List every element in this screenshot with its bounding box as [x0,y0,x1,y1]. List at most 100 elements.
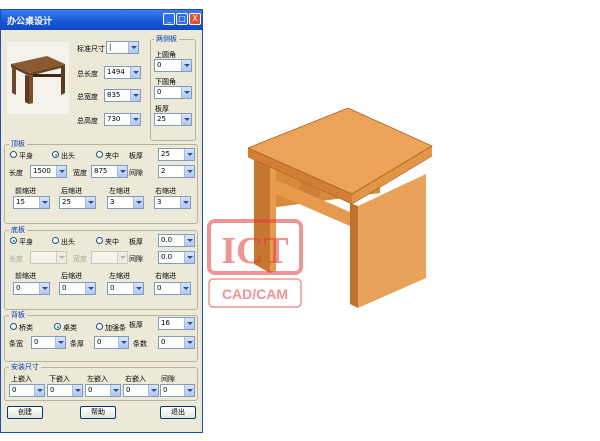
chevron-down-icon [39,197,49,208]
width-label: 总宽度 [77,93,98,101]
back-radio-bridge-label: 桥类 [19,324,33,332]
bottom-left-indent-label: 左缩进 [109,272,130,280]
top-back-indent-combo[interactable]: 25 [59,196,96,209]
install-gap-combo[interactable]: 0 [160,384,195,397]
top-panel-title: 顶板 [9,139,27,149]
top-radio-middle-label: 夹中 [105,152,119,160]
chevron-down-icon [72,385,82,396]
bottom-back-indent-combo[interactable]: 0 [59,282,96,295]
bottom-thickness-combo[interactable]: 0.0 [158,234,195,247]
chevron-down-icon [184,252,194,263]
chevron-down-icon [130,114,140,125]
top-thickness-combo[interactable]: 25 [158,148,195,161]
bar-count-combo[interactable]: 0 [158,336,195,349]
chevron-down-icon [56,166,66,177]
chevron-down-icon [85,283,95,294]
back-panel-title: 背板 [9,310,27,320]
bottom-right-indent-label: 右缩进 [155,272,176,280]
top-length-combo[interactable]: 1500 [30,165,67,178]
back-thickness-combo[interactable]: 16 [158,317,195,330]
chevron-down-icon [180,197,190,208]
bottom-right-indent-combo[interactable]: 0 [154,282,191,295]
create-button[interactable]: 创建 [7,406,43,419]
chevron-down-icon [184,235,194,246]
bottom-back-indent-label: 后缩进 [61,272,82,280]
maximize-button[interactable]: □ [176,13,188,25]
bar-thickness-combo[interactable]: 0 [94,336,129,349]
window-title: 办公桌设计 [7,17,53,27]
chevron-down-icon [128,42,138,53]
length-combo[interactable]: 1494 [104,66,141,79]
side-thickness-combo[interactable]: 25 [154,113,192,126]
bottom-radio-flat[interactable] [10,237,17,244]
top-length-label: 长度 [9,169,23,177]
chevron-down-icon [117,252,127,263]
title-bar[interactable]: 办公桌设计 _ □ X [1,10,202,30]
std-size-label: 标准尺寸 [77,45,105,53]
chevron-down-icon [181,87,191,98]
lower-radius-combo[interactable]: 0 [154,86,192,99]
width-combo[interactable]: 835 [104,89,141,102]
bar-width-combo[interactable]: 0 [31,336,66,349]
chevron-down-icon [130,90,140,101]
install-bottom-embed-label: 下嵌入 [49,375,70,383]
bar-count-label: 条数 [133,340,147,348]
chevron-down-icon [181,114,191,125]
top-gap-combo[interactable]: 2 [158,165,195,178]
chevron-down-icon [110,385,120,396]
install-bottom-embed-combo[interactable]: 0 [47,384,83,397]
chevron-down-icon [148,385,158,396]
chevron-down-icon [180,283,190,294]
bottom-front-indent-combo[interactable]: 0 [13,282,50,295]
top-front-indent-combo[interactable]: 15 [13,196,50,209]
chevron-down-icon [34,385,44,396]
upper-radius-combo[interactable]: 0 [154,59,192,72]
minimize-button[interactable]: _ [163,13,175,25]
chevron-down-icon [184,318,194,329]
bottom-left-indent-combo[interactable]: 0 [107,282,144,295]
exit-button[interactable]: 退出 [160,406,196,419]
install-top-embed-combo[interactable]: 0 [9,384,45,397]
chevron-down-icon [39,283,49,294]
bottom-radio-middle-label: 夹中 [105,238,119,246]
desk-preview-image [7,42,69,114]
chevron-down-icon [184,385,194,396]
std-size-combo[interactable]: | [106,41,139,54]
chevron-down-icon [184,166,194,177]
top-radio-overhang[interactable] [52,151,59,158]
chevron-down-icon [184,149,194,160]
install-left-embed-combo[interactable]: 0 [85,384,121,397]
chevron-down-icon [181,60,191,71]
back-radio-reinforce[interactable] [96,323,103,330]
length-label: 总长度 [77,70,98,78]
chevron-down-icon [85,197,95,208]
bottom-panel-title: 底板 [9,225,27,235]
close-button[interactable]: X [189,13,201,25]
top-radio-flat[interactable] [10,151,17,158]
top-radio-overhang-label: 出头 [61,152,75,160]
top-right-indent-combo[interactable]: 3 [154,196,191,209]
chevron-down-icon [55,337,65,348]
top-gap-label: 间隙 [129,169,143,177]
ict-cadcam-watermark: ICT CAD/CAM [207,219,303,308]
install-right-embed-combo[interactable]: 0 [123,384,159,397]
watermark-big-text: ICT [221,230,289,272]
top-left-indent-combo[interactable]: 3 [107,196,144,209]
bottom-radio-overhang[interactable] [52,237,59,244]
back-radio-reinforce-label: 加强条 [105,324,126,332]
top-right-indent-label: 右缩进 [155,187,176,195]
back-radio-desk[interactable] [54,323,61,330]
top-width-combo[interactable]: 875 [91,165,128,178]
back-radio-bridge[interactable] [10,323,17,330]
bottom-radio-middle[interactable] [96,237,103,244]
bottom-gap-combo[interactable]: 0.0 [158,251,195,264]
top-radio-middle[interactable] [96,151,103,158]
height-combo[interactable]: 730 [104,113,141,126]
install-top-embed-label: 上嵌入 [11,375,32,383]
bottom-width-label: 宽度 [73,255,87,263]
help-button[interactable]: 帮助 [80,406,116,419]
top-front-indent-label: 前缩进 [15,187,36,195]
install-dims-title: 安装尺寸 [9,362,41,372]
side-panels-title: 两侧板 [154,34,179,44]
back-thickness-label: 板厚 [129,321,143,329]
